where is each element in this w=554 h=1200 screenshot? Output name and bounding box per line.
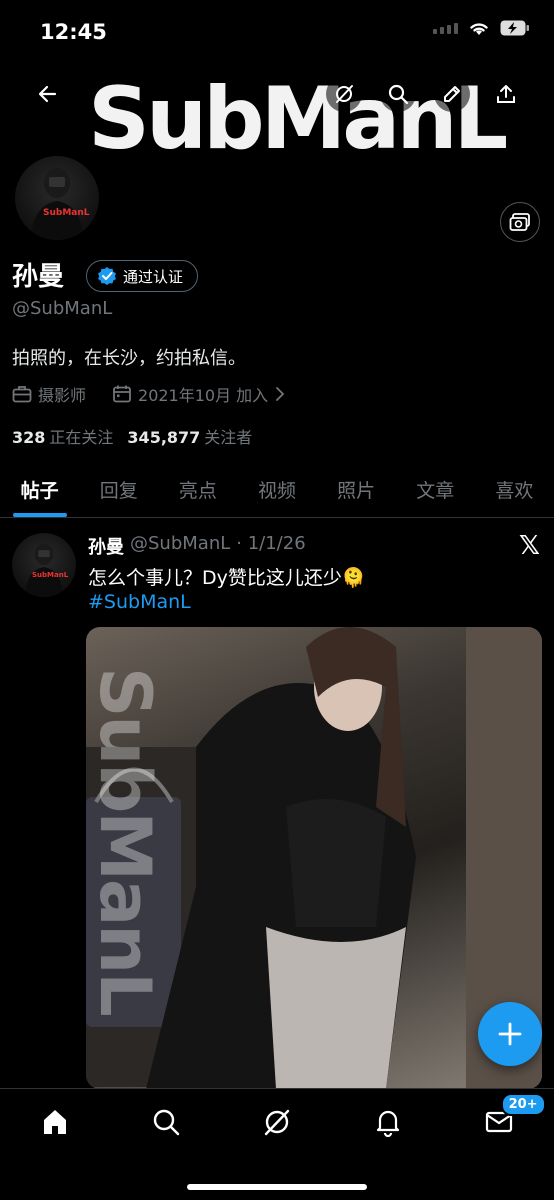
home-indicator[interactable] xyxy=(187,1184,367,1190)
tab-posts[interactable]: 帖子 xyxy=(0,462,79,517)
post-text: 怎么个事儿？Dy赞比这儿还少🫠 xyxy=(88,567,366,589)
profile-avatar[interactable]: SubManL xyxy=(12,153,102,243)
profile-banner[interactable]: SubManL xyxy=(0,62,554,164)
profile-meta: 摄影师 2021年10月 加入 xyxy=(12,382,286,406)
following-link[interactable]: 328 正在关注 xyxy=(12,424,113,448)
tab-highlights[interactable]: 亮点 xyxy=(158,462,237,517)
followers-count: 345,877 xyxy=(127,428,201,447)
nav-grok[interactable] xyxy=(222,1107,333,1137)
bell-icon xyxy=(376,1110,399,1137)
profile-handle: @SubManL xyxy=(12,298,113,319)
briefcase-icon xyxy=(12,386,32,403)
battery-charging-icon xyxy=(500,20,529,36)
messages-badge: 20+ xyxy=(500,1093,546,1116)
tab-likes[interactable]: 喜欢 xyxy=(475,462,554,517)
following-label: 正在关注 xyxy=(49,428,114,447)
bottom-navigation: 20+ xyxy=(0,1088,554,1200)
avatar-shirt-text: SubManL xyxy=(32,571,69,579)
status-time: 12:45 xyxy=(40,20,107,44)
grok-icon xyxy=(264,1109,290,1136)
media-gallery-button[interactable] xyxy=(500,202,540,242)
tab-articles[interactable]: 文章 xyxy=(396,462,475,517)
pencil-icon xyxy=(444,86,460,102)
compose-post-button[interactable] xyxy=(478,1002,542,1066)
avatar-figure-icon xyxy=(30,168,84,240)
share-icon xyxy=(497,85,515,103)
calendar-icon xyxy=(113,385,131,403)
wifi-icon xyxy=(470,23,488,35)
back-button[interactable] xyxy=(30,76,66,112)
display-name: 孙曼 xyxy=(12,262,65,292)
x-logo-icon[interactable]: 𝕏 xyxy=(519,531,540,561)
verified-check-icon xyxy=(98,267,116,285)
avatar-figure-icon xyxy=(24,543,64,597)
post-image[interactable]: SubManL xyxy=(86,627,542,1089)
verified-badge-button[interactable]: 通过认证 xyxy=(86,260,199,292)
status-bar: 12:45 xyxy=(0,0,554,62)
status-icons xyxy=(433,20,530,36)
tab-replies[interactable]: 回复 xyxy=(79,462,158,517)
joined-date-text: 2021年10月 加入 xyxy=(138,386,269,405)
share-button[interactable] xyxy=(488,76,524,112)
search-icon xyxy=(388,84,409,105)
grok-button[interactable] xyxy=(326,76,362,112)
avatar-shirt-text: SubManL xyxy=(43,208,90,218)
cellular-signal-icon xyxy=(433,22,458,34)
search-button[interactable] xyxy=(380,76,416,112)
search-icon xyxy=(153,1109,180,1136)
following-count: 328 xyxy=(12,428,46,447)
profile-bio: 拍照的，在长沙，约拍私信。 xyxy=(12,348,246,369)
post-author-avatar[interactable]: SubManL xyxy=(12,533,76,597)
profession-text: 摄影师 xyxy=(38,386,87,405)
followers-link[interactable]: 345,877 关注者 xyxy=(127,424,252,448)
nav-home[interactable] xyxy=(0,1107,111,1137)
tab-photos[interactable]: 照片 xyxy=(317,462,396,517)
edit-button[interactable] xyxy=(434,76,470,112)
tab-videos[interactable]: 视频 xyxy=(237,462,316,517)
follow-stats: 328 正在关注 345,877 关注者 xyxy=(12,424,252,448)
verified-label: 通过认证 xyxy=(123,267,184,286)
grok-icon xyxy=(336,85,353,103)
post-item[interactable]: SubManL 孙曼 @SubManL · 1/1/26 𝕏 怎么个事儿？Dy赞… xyxy=(0,519,554,1089)
profile-tabs: 帖子 回复 亮点 视频 照片 文章 喜欢 xyxy=(0,462,554,518)
photo-gallery-icon xyxy=(509,213,530,231)
image-watermark-text: SubManL xyxy=(86,667,166,1015)
nav-messages[interactable]: 20+ xyxy=(443,1093,554,1137)
plus-icon xyxy=(498,1022,522,1046)
post-author-handle[interactable]: @SubManL xyxy=(130,533,230,559)
followers-label: 关注者 xyxy=(204,428,253,447)
post-date: · 1/1/26 xyxy=(236,533,306,554)
chevron-right-icon[interactable] xyxy=(274,386,286,402)
post-author-name[interactable]: 孙曼 xyxy=(88,533,124,559)
nav-search[interactable] xyxy=(111,1107,222,1137)
post-hashtag[interactable]: #SubManL xyxy=(88,591,191,613)
nav-notifications[interactable] xyxy=(332,1107,443,1137)
home-icon xyxy=(44,1110,67,1134)
back-arrow-icon xyxy=(38,85,57,103)
post-header: 孙曼 @SubManL · 1/1/26 xyxy=(88,533,306,559)
